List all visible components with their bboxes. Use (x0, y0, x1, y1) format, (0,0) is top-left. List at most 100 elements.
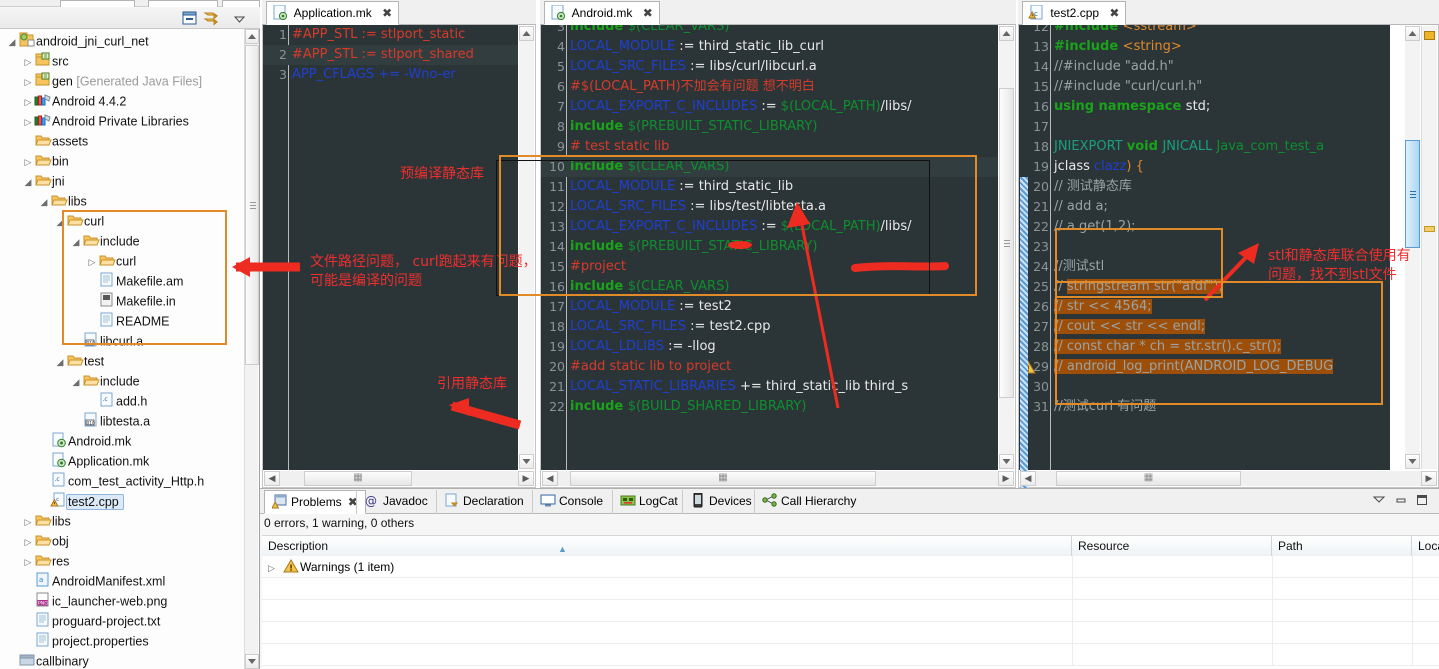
column-header-resource[interactable]: Resource (1072, 536, 1272, 556)
chevron-right-icon[interactable]: ▷ (22, 532, 34, 552)
explorer-tab-stub-2[interactable] (148, 0, 218, 7)
code-line[interactable]: 22// a.get(1,2); (1019, 217, 1390, 237)
code-line[interactable]: 30 (1019, 377, 1390, 397)
table-row[interactable]: ▷ Warnings (1 item) (262, 556, 1439, 578)
chevron-right-icon[interactable]: ▷ (22, 512, 34, 532)
tree-item-include[interactable]: ◢ include (0, 231, 245, 251)
editor3-vertical-scrollbar[interactable] (1405, 26, 1420, 469)
scroll-up-button[interactable] (999, 26, 1014, 41)
code-line[interactable]: 13 #include <string> (1019, 37, 1390, 57)
tree-item-res[interactable]: ▷ res (0, 551, 245, 571)
code-line[interactable]: 12 #include <sstream> (1019, 25, 1390, 37)
tree-item-libcurl-a[interactable]: 010 libcurl.a (0, 331, 245, 351)
tab-console[interactable]: Console (532, 490, 610, 514)
tree-item-project-properties[interactable]: project.properties (0, 631, 245, 651)
column-header-location[interactable]: Location (1412, 536, 1439, 556)
code-line[interactable]: 20// 测试静态库 (1019, 177, 1390, 197)
code-area-application-mk[interactable]: 1 #APP_STL := stlport_static 2 #APP_STL := … (263, 25, 518, 470)
tree-item-curl[interactable]: ◢ curl (0, 211, 245, 231)
code-line[interactable]: 26// str << 4564; (1019, 297, 1390, 317)
code-line[interactable]: 29// android_log_print(ANDROID_LOG_DEBUG (1019, 357, 1390, 377)
code-line[interactable]: 6 #$(LOCAL_PATH)不加会有问题 想不明白 (541, 77, 998, 97)
scroll-thumb[interactable] (999, 88, 1014, 398)
code-line[interactable]: 16 include $(CLEAR_VARS) (541, 277, 998, 297)
scroll-up-button[interactable] (1405, 26, 1420, 41)
tree-item-androidmanifest-xml[interactable]: a AndroidManifest.xml (0, 571, 245, 591)
chevron-down-icon[interactable]: ◢ (70, 232, 82, 252)
code-line[interactable]: 16 using namespace std; (1019, 97, 1390, 117)
code-line[interactable]: 31//测试curl 有问题 (1019, 397, 1390, 417)
scroll-left-button[interactable]: ◀ (1020, 471, 1036, 486)
code-line[interactable]: 14 //#include "add.h" (1019, 57, 1390, 77)
close-icon[interactable]: ✖ (382, 2, 392, 25)
code-lines-1[interactable]: 1 #APP_STL := stlport_static 2 #APP_STL := … (263, 25, 518, 470)
tree-item-readme[interactable]: README (0, 311, 245, 331)
chevron-right-icon[interactable]: ▷ (268, 557, 282, 579)
close-icon[interactable]: ✖ (643, 2, 653, 25)
code-line[interactable]: 4 LOCAL_MODULE := third_static_lib_curl (541, 37, 998, 57)
view-menu-icon[interactable] (233, 13, 246, 23)
chevron-right-icon[interactable]: ▷ (22, 552, 34, 572)
code-line[interactable]: 15 #project (541, 257, 998, 277)
chevron-right-icon[interactable]: ▷ (22, 52, 34, 72)
tree-item-android-jni-curl-net[interactable]: ◢ android_jni_curl_net (0, 31, 245, 51)
problems-table[interactable]: Description▲ Resource Path Location ▷ Warnin… (262, 535, 1439, 669)
scroll-down-button[interactable] (1405, 454, 1420, 469)
code-line[interactable]: 17 (1019, 117, 1390, 137)
project-tree[interactable]: ◢ android_jni_curl_net ▷ src ▷ gen [Generated… (0, 29, 245, 669)
tab-android-mk[interactable]: Android.mk ✖ (544, 1, 660, 25)
editor1-horizontal-scrollbar[interactable]: ◀ ▦ ▶ (264, 471, 534, 486)
code-line[interactable]: 8 include $(PREBUILT_STATIC_LIBRARY) (541, 117, 998, 137)
editor2-horizontal-scrollbar[interactable]: ◀ ▦ ▶ (542, 471, 1014, 486)
tree-item-test[interactable]: ◢ test (0, 351, 245, 371)
code-line[interactable]: 19 LOCAL_LDLIBS := -llog (541, 337, 998, 357)
tab-problems[interactable]: Problems ✖ (264, 490, 366, 514)
code-area-android-mk[interactable]: 3 include $(CLEAR_VARS) 4 LOCAL_MODULE := t… (541, 25, 998, 470)
code-line[interactable]: 5 LOCAL_SRC_FILES := libs/curl/libcurl.a (541, 57, 998, 77)
code-line[interactable]: 15 //#include "curl/curl.h" (1019, 77, 1390, 97)
link-with-editor-icon[interactable] (203, 10, 220, 26)
tree-item-obj[interactable]: ▷ obj (0, 531, 245, 551)
tree-item-ic-launcher-web-png[interactable]: PNG ic_launcher-web.png (0, 591, 245, 611)
overview-marker-warning-top[interactable] (1424, 31, 1435, 40)
scroll-right-button[interactable]: ▶ (518, 471, 534, 486)
tree-item-proguard-project-txt[interactable]: proguard-project.txt (0, 611, 245, 631)
chevron-down-icon[interactable]: ◢ (38, 192, 50, 212)
tree-item-callbinary[interactable]: callbinary (0, 651, 245, 669)
tree-item-android-4-4-2[interactable]: ▷ Android 4.4.2 (0, 91, 245, 111)
explorer-tab-stub-1[interactable] (60, 0, 135, 7)
tree-item-curl[interactable]: ▷ curl (0, 251, 245, 271)
code-line[interactable]: 2 #APP_STL := stlport_shared (263, 45, 518, 65)
overview-marker-warning[interactable] (1424, 226, 1435, 232)
code-line[interactable]: 18 JNIEXPORT void JNICALL Java_com_test_a (1019, 137, 1390, 157)
code-area-test2-cpp[interactable]: 12 #include <sstream> 13 #include <string> 1… (1019, 25, 1390, 470)
tree-item-libs[interactable]: ◢ libs (0, 191, 245, 211)
tree-item-include[interactable]: ◢ include (0, 371, 245, 391)
scroll-thumb[interactable] (1405, 140, 1420, 248)
scroll-thumb[interactable]: ▦ (1056, 471, 1241, 486)
code-line[interactable]: 28// const char * ch = str.str().c_str()… (1019, 337, 1390, 357)
scroll-down-button[interactable] (519, 454, 534, 469)
scroll-right-button[interactable]: ▶ (1421, 471, 1437, 486)
code-line[interactable]: 23 (1019, 237, 1390, 257)
tab-declaration[interactable]: Declaration (436, 490, 531, 514)
code-line[interactable]: 9 # test static lib (541, 137, 998, 157)
code-line[interactable]: 12 LOCAL_SRC_FILES := libs/test/libtesta.… (541, 197, 998, 217)
chevron-right-icon[interactable]: ▷ (86, 252, 98, 272)
scroll-up-button[interactable] (245, 29, 259, 44)
tree-item-libtesta-a[interactable]: 010 libtesta.a (0, 411, 245, 431)
tree-item-com-test-activity-http-h[interactable]: .c com_test_activity_Http.h (0, 471, 245, 491)
tree-item-android-private-libraries[interactable]: ▷ Android Private Libraries (0, 111, 245, 131)
explorer-tab-stub-3[interactable] (222, 0, 260, 7)
code-line[interactable]: 1 #APP_STL := stlport_static (263, 25, 518, 45)
code-line[interactable]: 18 LOCAL_SRC_FILES := test2.cpp (541, 317, 998, 337)
tree-item-android-mk[interactable]: Android.mk (0, 431, 245, 451)
chevron-right-icon[interactable]: ▷ (22, 72, 34, 92)
column-header-path[interactable]: Path (1272, 536, 1412, 556)
tree-item-gen[interactable]: ▷ gen [Generated Java Files] (0, 71, 245, 91)
problems-table-body[interactable]: ▷ Warnings (1 item) (262, 556, 1439, 666)
code-line[interactable]: 25// stringstream str("afdf"); (1019, 277, 1390, 297)
tree-item-makefile-am[interactable]: Makefile.am (0, 271, 245, 291)
tab-devices[interactable]: Devices (682, 490, 759, 514)
scroll-down-button[interactable] (245, 654, 259, 669)
